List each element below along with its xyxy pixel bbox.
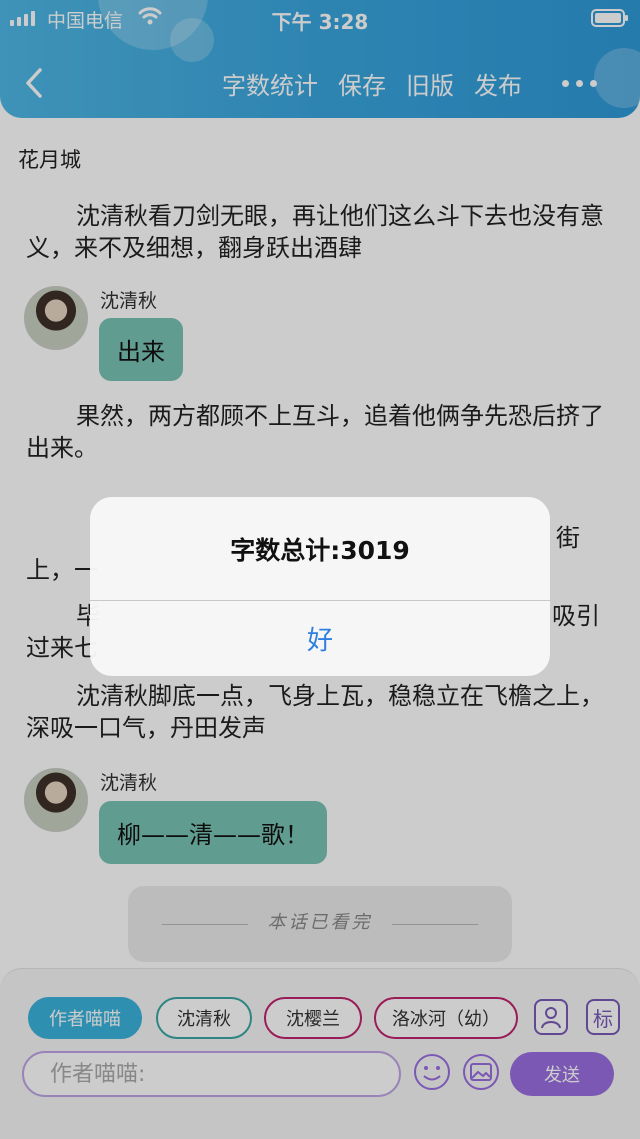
ok-button[interactable]: 好 <box>90 601 550 676</box>
word-count-dialog: 字数总计:3019 好 <box>90 497 550 676</box>
dialog-title: 字数总计:3019 <box>230 536 410 565</box>
